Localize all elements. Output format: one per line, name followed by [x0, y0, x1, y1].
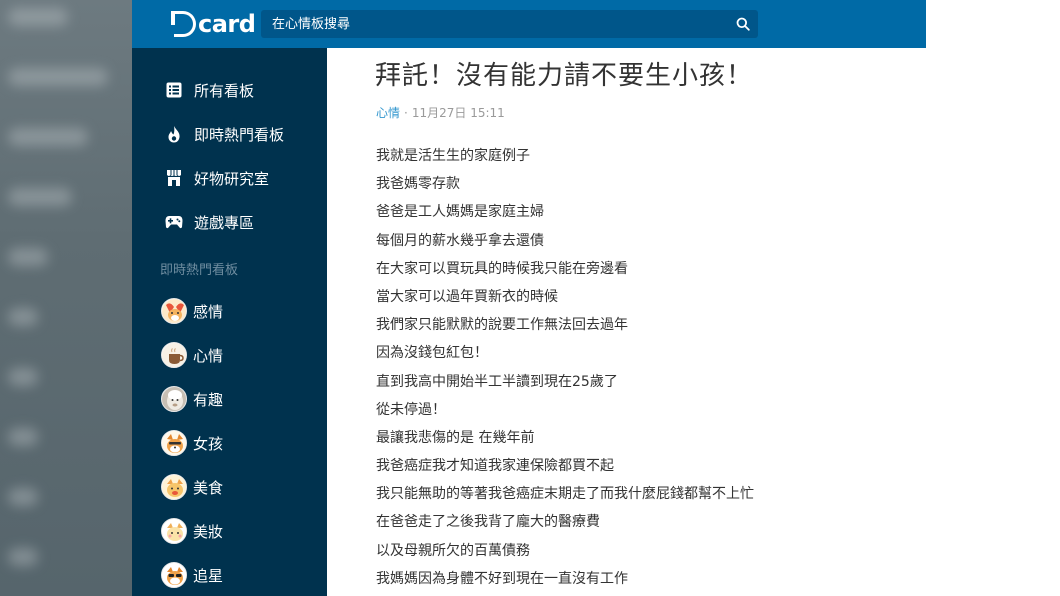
right-margin — [926, 0, 1060, 596]
logo-text: card — [198, 10, 256, 38]
food-avatar — [161, 474, 187, 500]
post-line: 直到我高中開始半工半讀到現在25歲了 — [376, 373, 618, 390]
post-line: 最讓我悲傷的是 在幾年前 — [376, 429, 535, 446]
meta-separator: · — [404, 105, 408, 120]
post-line: 我們家只能默默的說要工作無法回去過年 — [376, 317, 628, 334]
post-line: 我就是活生生的家庭例子 — [376, 148, 530, 164]
post-line: 我爸媽零存款 — [376, 176, 460, 193]
board-item-funny[interactable]: 有趣 — [161, 384, 223, 414]
search-input[interactable] — [270, 15, 728, 33]
dcard-logo[interactable]: card — [171, 9, 256, 39]
nav-label: 遊戲專區 — [194, 213, 255, 232]
board-label: 感情 — [193, 302, 224, 321]
post-line: 當大家可以過年買新衣的時候 — [376, 288, 558, 305]
shiba-avatar — [161, 430, 187, 456]
alpaca-avatar — [161, 386, 187, 412]
nav-label: 即時熱門看板 — [194, 125, 285, 144]
coffee-avatar — [161, 342, 187, 368]
search-button[interactable] — [728, 10, 758, 38]
post-body: 我就是活生生的家庭例子 我爸媽零存款 爸爸是工人媽媽是家庭主婦 每個月的薪水幾乎… — [376, 142, 754, 593]
nav-all-boards[interactable]: 所有看板 — [165, 76, 254, 104]
board-item-girl[interactable]: 女孩 — [161, 428, 223, 458]
nav-label: 好物研究室 — [194, 169, 270, 188]
board-label: 女孩 — [193, 434, 224, 453]
post-line: 我爸癌症我才知道我家連保險都買不起 — [376, 458, 614, 475]
section-title-hot-boards: 即時熱門看板 — [160, 263, 239, 278]
post-line: 每個月的薪水幾乎拿去還債 — [376, 232, 544, 249]
top-header: card — [132, 0, 926, 48]
post-line: 在大家可以買玩具的時候我只能在旁邊看 — [376, 260, 628, 277]
board-item-mood[interactable]: 心情 — [161, 340, 223, 370]
board-label: 追星 — [193, 566, 224, 585]
list-icon — [165, 81, 183, 99]
nav-game-zone[interactable]: 遊戲專區 — [165, 208, 254, 236]
dcard-logo-mark — [171, 11, 196, 37]
post-title: 拜託！沒有能力請不要生小孩！ — [375, 61, 754, 91]
board-label: 美妝 — [193, 522, 224, 541]
dog-avatar — [161, 298, 187, 324]
search-icon — [736, 17, 750, 31]
post-line: 因為沒錢包紅包！ — [376, 345, 488, 362]
board-label: 美食 — [193, 478, 224, 497]
star-avatar — [161, 562, 187, 588]
post-line: 爸爸是工人媽媽是家庭主婦 — [376, 204, 544, 221]
gamepad-icon — [165, 213, 183, 231]
post-datetime: 11月27日 15:11 — [411, 106, 505, 120]
post-meta: 心情 · 11月27日 15:11 — [376, 104, 505, 121]
search-box — [261, 10, 728, 38]
blurred-background-strip — [0, 0, 132, 596]
nav-hot-boards[interactable]: 即時熱門看板 — [165, 120, 284, 148]
store-icon — [165, 169, 183, 187]
board-item-idol[interactable]: 追星 — [161, 560, 223, 590]
post-line: 我只能無助的等著我爸癌症末期走了而我什麼屁錢都幫不上忙 — [376, 486, 754, 503]
post-line: 在爸爸走了之後我背了龐大的醫療費 — [376, 514, 600, 531]
makeup-avatar — [161, 518, 187, 544]
post-content: 拜託！沒有能力請不要生小孩！ 心情 · 11月27日 15:11 我就是活生生的… — [327, 48, 926, 596]
board-item-relationship[interactable]: 感情 — [161, 296, 223, 326]
post-line: 我媽媽因為身體不好到現在一直沒有工作 — [376, 570, 628, 587]
post-board-link[interactable]: 心情 — [376, 104, 400, 121]
nav-label: 所有看板 — [194, 81, 255, 100]
fire-icon — [165, 125, 183, 143]
board-label: 心情 — [193, 346, 224, 365]
board-item-food[interactable]: 美食 — [161, 472, 223, 502]
post-line: 從未停過！ — [376, 401, 446, 418]
nav-goods-lab[interactable]: 好物研究室 — [165, 164, 269, 192]
board-label: 有趣 — [193, 390, 224, 409]
post-line: 以及母親所欠的百萬債務 — [376, 542, 530, 559]
board-item-makeup[interactable]: 美妝 — [161, 516, 223, 546]
sidebar: 所有看板 即時熱門看板 好物研究室 遊戲專區 即時熱門看板 感情 心情 有趣 女… — [132, 48, 327, 596]
